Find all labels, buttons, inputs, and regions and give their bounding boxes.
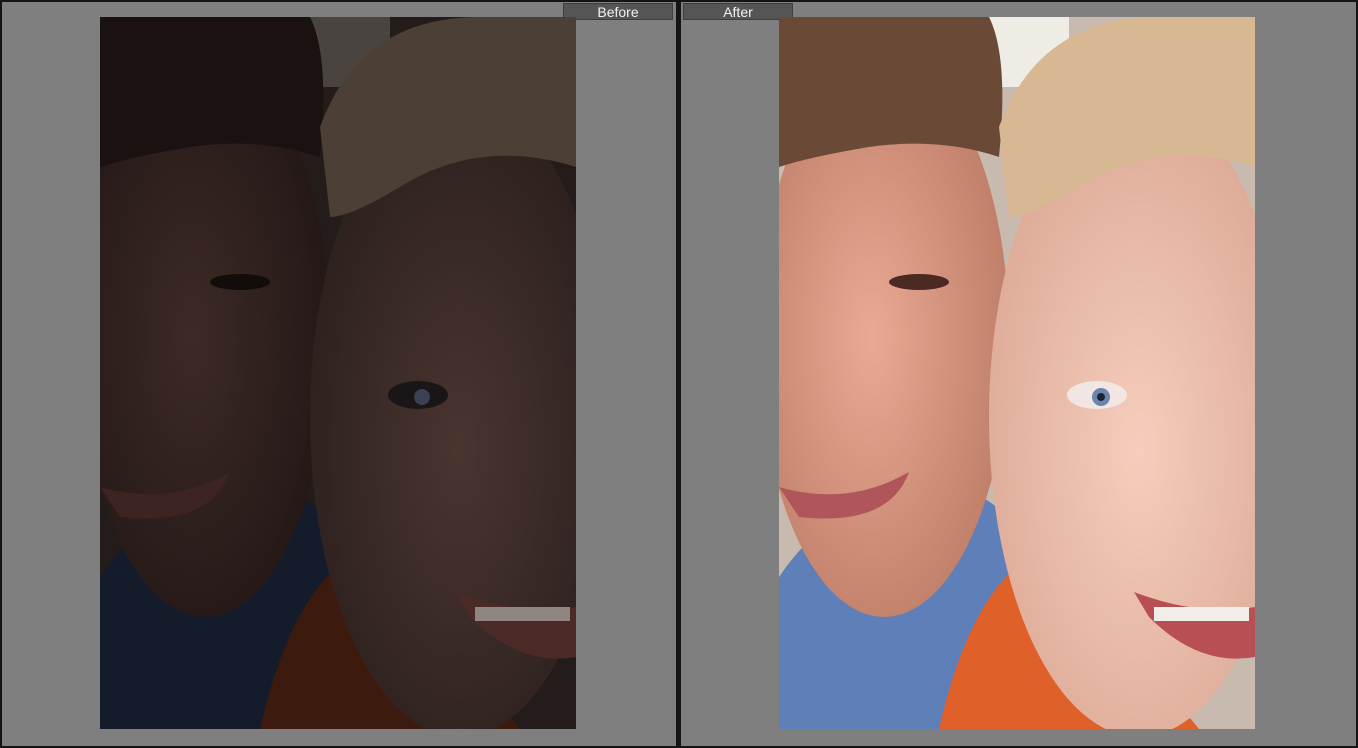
before-pane[interactable]: Before xyxy=(2,2,676,746)
after-pane[interactable]: After xyxy=(681,2,1356,746)
after-photo[interactable] xyxy=(779,17,1255,729)
before-after-compare-view: Before After xyxy=(0,0,1358,748)
after-photo-image xyxy=(779,17,1255,729)
before-photo-image xyxy=(100,17,576,729)
before-photo[interactable] xyxy=(100,17,576,729)
before-label: Before xyxy=(563,3,673,20)
after-label: After xyxy=(683,3,793,20)
